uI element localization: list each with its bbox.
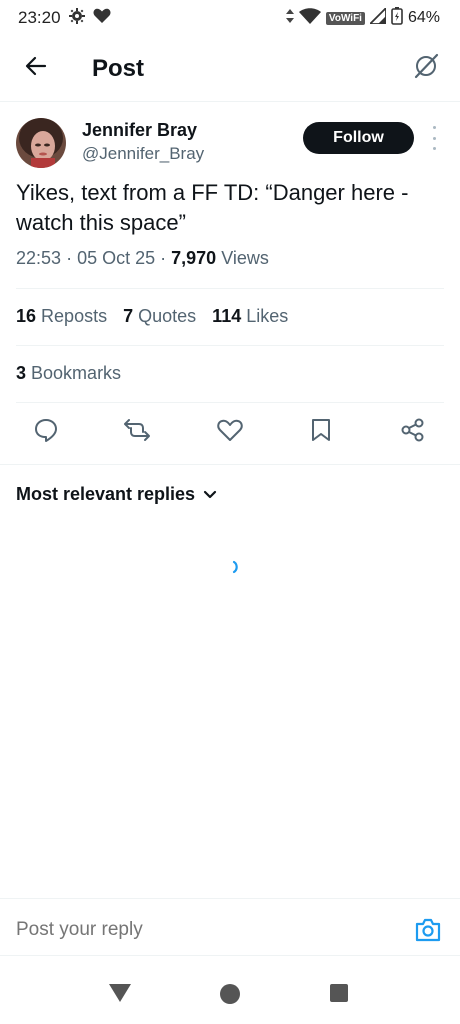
action-bar xyxy=(0,414,460,454)
replies-sort-dropdown[interactable]: Most relevant replies xyxy=(16,484,217,505)
more-dot xyxy=(432,136,436,140)
reposts-label: Reposts xyxy=(41,306,108,326)
chevron-down-icon xyxy=(203,484,217,505)
meta-separator: · xyxy=(160,248,172,268)
likes-stat[interactable]: 114 Likes xyxy=(212,306,288,327)
more-options-button[interactable] xyxy=(426,126,442,150)
status-right: VoWiFi 64% xyxy=(285,5,440,30)
camera-icon xyxy=(414,918,442,947)
bookmarks-count: 3 xyxy=(16,363,27,383)
nav-back-icon[interactable] xyxy=(109,984,131,1002)
author-name[interactable]: Jennifer Bray xyxy=(82,120,197,141)
camera-button[interactable] xyxy=(414,917,442,943)
wifi-icon xyxy=(298,7,321,29)
share-button[interactable] xyxy=(395,414,431,450)
like-button[interactable] xyxy=(212,414,248,450)
grok-icon xyxy=(413,53,439,84)
stats-row: 16 Reposts 7 Quotes 114 Likes xyxy=(16,306,288,327)
quotes-label: Quotes xyxy=(138,306,197,326)
heart-icon xyxy=(93,8,111,29)
nav-recents-icon[interactable] xyxy=(330,984,348,1002)
system-nav-bar xyxy=(0,956,460,1024)
divider xyxy=(16,402,444,403)
share-icon xyxy=(400,417,426,448)
status-bar: 23:20 VoWiFi 64% xyxy=(0,0,460,36)
app-bar: Post xyxy=(0,36,460,102)
reply-icon xyxy=(33,417,59,448)
back-arrow-icon xyxy=(24,54,48,83)
author-handle[interactable]: @Jennifer_Bray xyxy=(82,144,204,164)
battery-icon xyxy=(391,6,403,30)
bookmark-icon xyxy=(310,417,332,448)
reply-input[interactable] xyxy=(16,919,376,941)
reposts-stat[interactable]: 16 Reposts xyxy=(16,306,107,327)
repost-icon xyxy=(123,418,151,447)
like-icon xyxy=(217,418,243,447)
back-button[interactable] xyxy=(16,49,56,89)
more-dot xyxy=(432,126,436,129)
likes-label: Likes xyxy=(246,306,289,326)
page-title: Post xyxy=(92,54,145,82)
replies-sort-label: Most relevant replies xyxy=(16,484,196,504)
bookmark-button[interactable] xyxy=(303,414,339,450)
reposts-count: 16 xyxy=(16,306,37,326)
views-label: Views xyxy=(221,248,269,268)
post-time[interactable]: 22:53 xyxy=(16,248,61,268)
views-count: 7,970 xyxy=(171,248,217,268)
bookmarks-label: Bookmarks xyxy=(31,363,122,383)
nav-home-icon[interactable] xyxy=(220,984,240,1004)
post-header: Jennifer Bray @Jennifer_Bray Follow xyxy=(0,112,460,176)
post-meta: 22:53 · 05 Oct 25 · 7,970 Views xyxy=(16,248,269,269)
divider xyxy=(16,288,444,289)
reply-button[interactable] xyxy=(28,414,64,450)
signal-icon xyxy=(367,5,387,29)
quotes-stat[interactable]: 7 Quotes xyxy=(123,306,196,327)
status-left: 23:20 xyxy=(18,7,111,29)
post-text: Yikes, text from a FF TD: “Danger here -… xyxy=(16,180,409,235)
avatar[interactable] xyxy=(16,118,66,168)
vowifi-label: VoWiFi xyxy=(325,11,365,25)
meta-separator: · xyxy=(66,248,78,268)
repost-button[interactable] xyxy=(119,414,155,450)
quotes-count: 7 xyxy=(123,306,134,326)
more-dot xyxy=(432,147,436,150)
battery-percent: 64% xyxy=(407,9,440,26)
post-date[interactable]: 05 Oct 25 xyxy=(77,248,155,268)
data-arrows-icon xyxy=(285,8,294,28)
loading-spinner-icon xyxy=(229,560,243,574)
follow-button[interactable]: Follow xyxy=(303,122,414,154)
bookmarks-stat[interactable]: 3 Bookmarks xyxy=(16,363,121,384)
divider xyxy=(0,464,460,465)
reply-composer xyxy=(0,898,460,956)
grok-button[interactable] xyxy=(408,50,444,86)
divider xyxy=(16,345,444,346)
status-time: 23:20 xyxy=(18,8,61,27)
settings-icon xyxy=(68,7,85,29)
likes-count: 114 xyxy=(212,306,242,326)
